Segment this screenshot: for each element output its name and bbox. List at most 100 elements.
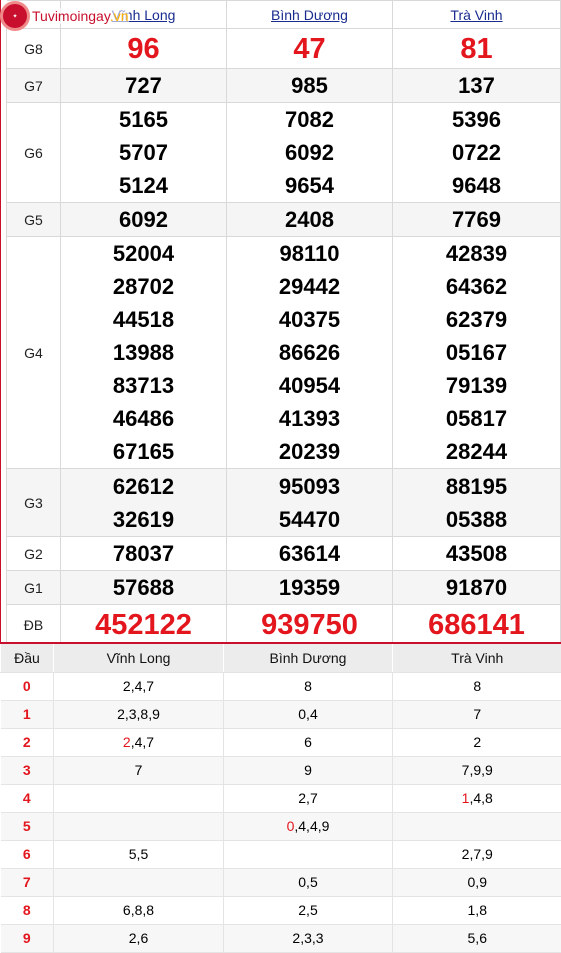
dau-row: 7 0,5 0,9 (0, 868, 561, 897)
prize-label: ĐB (6, 604, 61, 646)
prize-row-g5: G5 6092 2408 7769 (6, 202, 561, 237)
tail-digits: 2,6 (128, 930, 149, 946)
logo-site-name: Tuvimoingay (32, 8, 110, 24)
tail-digits: 0,5 (298, 874, 318, 890)
tail-digits: 5,6 (467, 930, 487, 946)
prize-value: 9648 (452, 173, 501, 198)
prize-row-g8: G8 96 47 81 (6, 28, 561, 69)
prize-value-group: 52004 28702 44518 13988 83713 46486 6716… (60, 236, 227, 469)
results-table: Vĩnh Long Bình Dương Trà Vinh G8 96 47 8… (6, 0, 561, 646)
dau-head-digit: 6 (0, 840, 54, 869)
dau-tail-cell-2: 8 (223, 672, 393, 701)
dau-tail-cell-3: 2,7,9 (392, 840, 561, 869)
left-red-border (0, 0, 1, 643)
prize-label: G3 (6, 468, 61, 537)
dau-tail-cell-1: 2,3,8,9 (53, 700, 224, 729)
dau-tail-cell-3: 8 (392, 672, 561, 701)
prize-value: 7082 (285, 107, 334, 132)
tail-digits: 6,8,8 (122, 902, 155, 918)
prize-value: 41393 (278, 406, 341, 431)
prize-value: 91870 (392, 570, 561, 605)
tail-digits: 9 (304, 762, 312, 778)
dau-tail-cell-1: 6,8,8 (53, 896, 224, 925)
prize-row-g7: G7 727 985 137 (6, 68, 561, 103)
dau-row: 8 6,8,8 2,5 1,8 (0, 896, 561, 925)
prize-value: 88195 (445, 473, 508, 499)
province-link-3[interactable]: Trà Vinh (450, 7, 502, 23)
prize-value: 29442 (278, 274, 341, 299)
prize-label: G1 (6, 570, 61, 605)
prize-label: G8 (6, 28, 61, 69)
prize-label: G4 (6, 236, 61, 469)
dau-head-digit: 5 (0, 812, 54, 841)
prize-value: 57688 (60, 570, 227, 605)
tail-digits: ,4,7 (130, 734, 155, 750)
prize-value: 9654 (285, 173, 334, 198)
special-prize-value: 686141 (392, 604, 561, 646)
prize-value: 95093 (278, 473, 341, 499)
prize-value: 43508 (392, 536, 561, 571)
prize-value: 137 (392, 68, 561, 103)
tail-digits: 1,8 (467, 902, 487, 918)
tail-digits: ,4,4,9 (294, 818, 330, 834)
prize-value: 6092 (60, 202, 227, 237)
prize-value: 98110 (279, 241, 340, 266)
prize-value: 52004 (112, 241, 175, 266)
prize-value: 62379 (445, 307, 508, 332)
logo-emblem-icon: ✦ (0, 1, 30, 31)
prize-value: 28244 (445, 439, 508, 464)
dau-header-head: Đầu (0, 644, 54, 673)
dau-header-col1: Vĩnh Long (53, 644, 224, 673)
prize-value: 05817 (445, 406, 508, 431)
prize-value: 2408 (226, 202, 393, 237)
prize-value: 47 (226, 28, 393, 69)
dau-tail-cell-3: 7 (392, 700, 561, 729)
prize-value: 28702 (112, 274, 175, 299)
dau-tail-cell-3: 1,8 (392, 896, 561, 925)
dau-row: 2 2,4,7 6 2 (0, 728, 561, 757)
dau-row: 3 7 9 7,9,9 (0, 756, 561, 785)
prize-value-group: 98110 29442 40375 86626 40954 41393 2023… (226, 236, 393, 469)
dau-tail-cell-3: 0,9 (392, 868, 561, 897)
prize-value: 40375 (278, 307, 341, 332)
dau-tail-cell-1: 2,6 (53, 924, 224, 953)
dau-tail-cell-2: 2,3,3 (223, 924, 393, 953)
prize-value: 64362 (445, 274, 508, 299)
prize-value: 86626 (278, 340, 341, 365)
dau-tail-cell-2 (223, 840, 393, 869)
prize-value-group: 88195 05388 (392, 468, 561, 537)
prize-value: 5396 (452, 107, 501, 132)
dau-row: 9 2,6 2,3,3 5,6 (0, 924, 561, 953)
site-logo[interactable]: ✦ Tuvimoingay.vn (0, 0, 129, 32)
tail-digits: 7,9,9 (461, 762, 493, 778)
dau-tail-cell-1 (53, 868, 224, 897)
dau-head-digit: 8 (0, 896, 54, 925)
prize-row-g4: G4 52004 28702 44518 13988 83713 46486 6… (6, 236, 561, 469)
prize-value: 78037 (60, 536, 227, 571)
tail-digits: 8 (473, 678, 482, 694)
dau-head-digit: 4 (0, 784, 54, 813)
province-link-2[interactable]: Bình Dương (271, 7, 348, 23)
prize-label: G7 (6, 68, 61, 103)
prize-value: 79139 (445, 373, 508, 398)
prize-row-g3: G3 62612 32619 95093 54470 88195 05388 (6, 468, 561, 537)
prize-value-group: 62612 32619 (60, 468, 227, 537)
prize-value: 19359 (226, 570, 393, 605)
prize-label: G2 (6, 536, 61, 571)
prize-value: 96 (60, 28, 227, 69)
dau-tail-cell-2: 2,7 (223, 784, 393, 813)
tail-digits: 2,3,8,9 (117, 706, 160, 722)
dau-tail-cell-1: 5,5 (53, 840, 224, 869)
dau-head-digit: 1 (0, 700, 54, 729)
logo-site-tld: .vn (109, 8, 129, 24)
tail-digits: 2 (473, 734, 482, 750)
prize-value-group: 5396 0722 9648 (392, 102, 561, 203)
dau-tail-cell-2: 0,4,4,9 (223, 812, 393, 841)
tail-digits: ,4,8 (469, 790, 493, 806)
dau-tail-cell-1: 7 (53, 756, 224, 785)
header-province-2: Bình Dương (226, 0, 393, 29)
prize-value: 67165 (112, 439, 175, 464)
prize-label: G5 (6, 202, 61, 237)
dau-header-row: Đầu Vĩnh Long Bình Dương Trà Vinh (0, 644, 561, 673)
dau-row: 1 2,3,8,9 0,4 7 (0, 700, 561, 729)
